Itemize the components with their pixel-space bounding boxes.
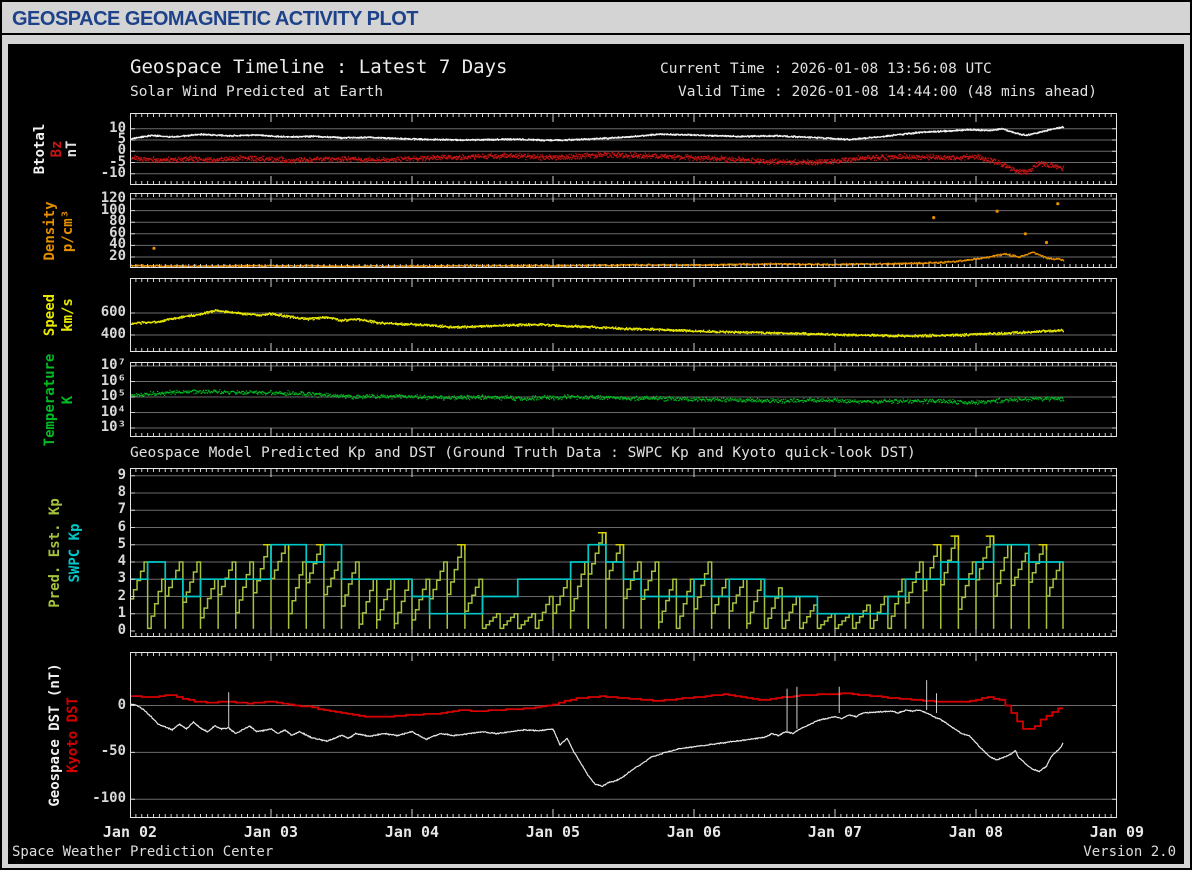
panel-density-canvas — [130, 193, 1117, 268]
y-tick-speed-600: 600 — [100, 304, 126, 320]
y-axis-label-bfield-2: nT — [64, 140, 80, 158]
y-tick-temperature-10⁴: 10⁴ — [100, 403, 126, 420]
y-tick-bfield--10: -10 — [100, 164, 126, 181]
y-tick-kp-0: 0 — [117, 622, 126, 638]
valid-time-label: Valid Time : 2026-01-08 14:44:00 (48 min… — [678, 84, 1098, 100]
panel-dst-canvas — [130, 652, 1117, 818]
footer-version: Version 2.0 — [1083, 844, 1176, 860]
y-axis-label-bfield-1: Bz — [49, 140, 65, 158]
geospace-activity-page: GEOSPACE GEOMAGNETIC ACTIVITY PLOT Geosp… — [0, 0, 1192, 870]
footer-credit: Space Weather Prediction Center — [12, 844, 274, 860]
y-tick-density-20: 20 — [109, 248, 126, 264]
y-tick-kp-8: 8 — [117, 484, 126, 500]
current-time-label: Current Time : 2026-01-08 13:56:08 UTC — [660, 61, 992, 77]
y-axis-label-dst-1: Kyoto DST — [65, 697, 81, 773]
y-axis-label-kp-1: SWPC Kp — [67, 522, 83, 583]
x-tick-label-2: Jan 04 — [384, 823, 440, 841]
y-tick-dst--100: -100 — [92, 790, 126, 807]
y-tick-kp-6: 6 — [117, 518, 126, 535]
y-axis-label-speed-1: km/s — [60, 298, 76, 332]
x-tick-label-7: Jan 09 — [1089, 823, 1145, 841]
panel-temperature-canvas — [130, 362, 1117, 437]
header-divider — [2, 33, 1190, 35]
y-tick-temperature-10⁷: 10⁷ — [100, 357, 126, 373]
y-tick-dst-0: 0 — [117, 696, 126, 713]
y-tick-kp-3: 3 — [117, 570, 126, 587]
y-axis-label-kp-0: Pred. Est. Kp — [47, 497, 63, 608]
panel-speed-canvas — [130, 278, 1117, 352]
y-tick-dst--50: -50 — [100, 743, 126, 760]
y-tick-kp-1: 1 — [117, 604, 126, 621]
y-tick-kp-7: 7 — [117, 501, 126, 518]
panel-bfield-canvas — [130, 113, 1117, 185]
geospace-timeline-plot: Geospace Timeline : Latest 7 Days Curren… — [8, 44, 1184, 864]
x-tick-label-3: Jan 05 — [525, 823, 581, 841]
y-tick-kp-5: 5 — [117, 535, 126, 552]
y-tick-kp-4: 4 — [117, 553, 126, 569]
plot-title: Geospace Timeline : Latest 7 Days — [130, 56, 508, 78]
y-axis-label-dst-0: Geospace DST (nT) — [47, 663, 63, 807]
y-tick-temperature-10⁵: 10⁵ — [100, 388, 126, 404]
x-tick-label-5: Jan 07 — [807, 823, 863, 841]
x-tick-label-4: Jan 06 — [666, 823, 722, 841]
x-tick-label-0: Jan 02 — [102, 823, 158, 841]
y-tick-temperature-10⁶: 10⁶ — [100, 372, 126, 389]
y-axis-label-temperature-0: Temperature — [42, 353, 58, 446]
y-axis-label-density-0: Density — [42, 200, 58, 261]
y-tick-kp-9: 9 — [117, 466, 126, 483]
y-axis-label-density-1: p/cm³ — [60, 209, 76, 252]
x-tick-label-6: Jan 08 — [948, 823, 1004, 841]
x-tick-label-1: Jan 03 — [243, 823, 299, 841]
y-tick-kp-2: 2 — [117, 587, 126, 604]
y-axis-label-speed-0: Speed — [42, 293, 58, 337]
solar-wind-subtitle: Solar Wind Predicted at Earth — [130, 84, 384, 100]
y-axis-label-temperature-1: K — [60, 395, 76, 404]
y-tick-temperature-10³: 10³ — [100, 419, 126, 435]
page-title: GEOSPACE GEOMAGNETIC ACTIVITY PLOT — [12, 8, 419, 30]
y-axis-label-bfield-0: Btotal — [32, 123, 48, 175]
kp-dst-section-title: Geospace Model Predicted Kp and DST (Gro… — [130, 445, 916, 461]
y-tick-speed-400: 400 — [100, 326, 126, 342]
panel-kp-canvas — [130, 468, 1117, 637]
